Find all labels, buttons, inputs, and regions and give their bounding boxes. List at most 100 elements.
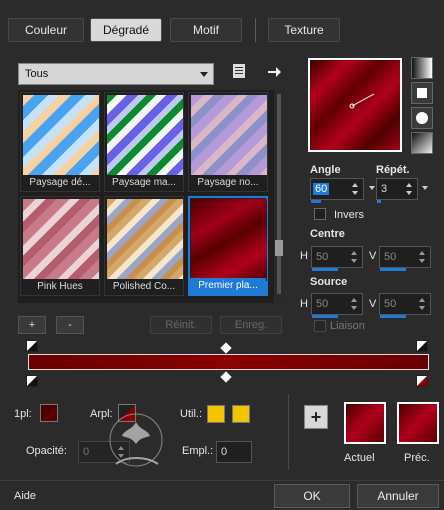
resource-manager-icon[interactable]: [232, 63, 248, 79]
source-h-input[interactable]: 50: [311, 293, 363, 318]
source-v-value: 50: [384, 298, 397, 310]
save-gradient-button[interactable]: Enreg.: [220, 316, 282, 334]
angle-input[interactable]: 60: [310, 178, 364, 203]
arrow-right-icon[interactable]: [266, 64, 282, 80]
spin-arrows-icon[interactable]: [350, 180, 360, 198]
scrollbar-track: [277, 94, 281, 294]
thumbnail-caption: Polished Co...: [105, 279, 183, 295]
gradient-thumbnail-grid: Paysage dé... Paysage ma... Paysage no..…: [18, 90, 274, 303]
opacity-label: Opacité:: [26, 445, 67, 457]
thumbnail-image: [23, 199, 99, 281]
repeat-label: Répét.: [376, 164, 410, 176]
repeat-slider[interactable]: [377, 200, 381, 203]
ok-button[interactable]: OK: [274, 484, 350, 508]
thumbnail-image: [107, 95, 183, 177]
spin-arrows-icon[interactable]: [417, 295, 427, 313]
thumbnail-caption: Paysage dé...: [21, 175, 99, 191]
location-label: Empl.:: [182, 445, 214, 457]
center-v-input[interactable]: 50: [379, 246, 431, 271]
thumbnail-item-selected[interactable]: Premier pla...: [188, 196, 268, 296]
previous-label: Préc.: [404, 452, 430, 464]
thumbnail-caption: Paysage ma...: [105, 175, 183, 191]
source-h-slider[interactable]: [312, 315, 338, 318]
previous-gradient-swatch[interactable]: [397, 402, 439, 444]
tab-separator: [255, 18, 256, 42]
source-v-slider[interactable]: [380, 315, 406, 318]
thumbnail-image: [23, 95, 99, 177]
utility-swatch-2[interactable]: [232, 405, 250, 423]
scrollbar-grip[interactable]: [275, 240, 283, 256]
gradient-bar[interactable]: [28, 354, 429, 370]
thumbnail-item[interactable]: Paysage dé...: [20, 92, 100, 192]
stop-marker-icon[interactable]: [416, 375, 428, 387]
gradient-preview[interactable]: [308, 58, 402, 152]
watermark-logo: [96, 404, 176, 480]
angle-slider[interactable]: [311, 200, 321, 203]
spin-arrows-icon[interactable]: [404, 180, 414, 198]
category-select[interactable]: Tous: [18, 63, 214, 85]
invert-checkbox[interactable]: [314, 208, 326, 220]
remove-gradient-button[interactable]: -: [56, 316, 84, 334]
link-label: Liaison: [330, 320, 365, 332]
radial-style-icon[interactable]: [411, 132, 433, 154]
utility-label: Util.:: [180, 408, 202, 420]
rectangular-style-icon[interactable]: [411, 82, 433, 104]
add-to-swatches-button[interactable]: +: [304, 405, 328, 429]
thumbnail-item[interactable]: Paysage ma...: [104, 92, 184, 192]
thumbnail-item[interactable]: Paysage no...: [188, 92, 268, 192]
center-label: Centre: [310, 228, 345, 240]
angle-label: Angle: [310, 164, 341, 176]
chevron-down-icon[interactable]: [420, 180, 430, 194]
center-h-input[interactable]: 50: [311, 246, 363, 271]
gradient-center-handle[interactable]: [310, 60, 400, 150]
cancel-button[interactable]: Annuler: [357, 484, 439, 508]
source-v-label: V: [369, 298, 377, 310]
utility-swatch-1[interactable]: [207, 405, 225, 423]
center-h-slider[interactable]: [312, 268, 338, 271]
foreground-swatch[interactable]: [40, 404, 58, 422]
tab-motif[interactable]: Motif: [170, 18, 242, 42]
plus-icon: +: [310, 406, 322, 427]
help-link[interactable]: Aide: [14, 490, 36, 502]
foreground-label: 1pl:: [14, 408, 32, 420]
location-input[interactable]: 0: [216, 441, 252, 463]
thumbnail-caption: Pink Hues: [21, 279, 99, 295]
stop-marker-icon[interactable]: [26, 340, 38, 352]
thumbnail-image: [191, 95, 267, 177]
tab-degrade[interactable]: Dégradé: [90, 18, 162, 42]
stop-marker-icon[interactable]: [26, 375, 38, 387]
center-v-label: V: [369, 250, 377, 262]
thumbnail-scrollbar[interactable]: [274, 90, 284, 303]
spin-arrows-icon[interactable]: [349, 248, 359, 266]
repeat-input[interactable]: 3: [376, 178, 418, 203]
sunburst-style-icon[interactable]: [411, 107, 433, 129]
tab-couleur[interactable]: Couleur: [8, 18, 84, 42]
footer-bar: [0, 480, 444, 481]
current-label: Actuel: [344, 452, 375, 464]
stop-marker-icon[interactable]: [416, 340, 428, 352]
spin-arrows-icon[interactable]: [417, 248, 427, 266]
linear-style-icon[interactable]: [411, 57, 433, 79]
thumbnail-image: [191, 199, 267, 281]
tab-texture[interactable]: Texture: [268, 18, 340, 42]
midpoint-diamond-icon[interactable]: [220, 342, 232, 354]
opacity-value: 0: [83, 446, 90, 458]
center-v-slider[interactable]: [380, 268, 406, 271]
source-h-value: 50: [316, 298, 329, 310]
source-v-input[interactable]: 50: [379, 293, 431, 318]
angle-value: 60: [313, 183, 330, 195]
thumbnail-item[interactable]: Polished Co...: [104, 196, 184, 296]
center-v-value: 50: [384, 251, 397, 263]
thumbnail-caption: Premier pla...: [190, 278, 266, 294]
thumbnail-item[interactable]: Pink Hues: [20, 196, 100, 296]
thumbnail-image: [107, 199, 183, 281]
midpoint-diamond-icon[interactable]: [220, 371, 232, 383]
current-gradient-swatch[interactable]: [344, 402, 386, 444]
category-select-value: Tous: [25, 68, 49, 80]
location-value: 0: [221, 446, 228, 458]
spin-arrows-icon[interactable]: [349, 295, 359, 313]
reset-button[interactable]: Réinit.: [150, 316, 212, 334]
link-checkbox[interactable]: [314, 320, 326, 332]
chevron-down-icon: [200, 72, 208, 77]
add-gradient-button[interactable]: +: [18, 316, 46, 334]
